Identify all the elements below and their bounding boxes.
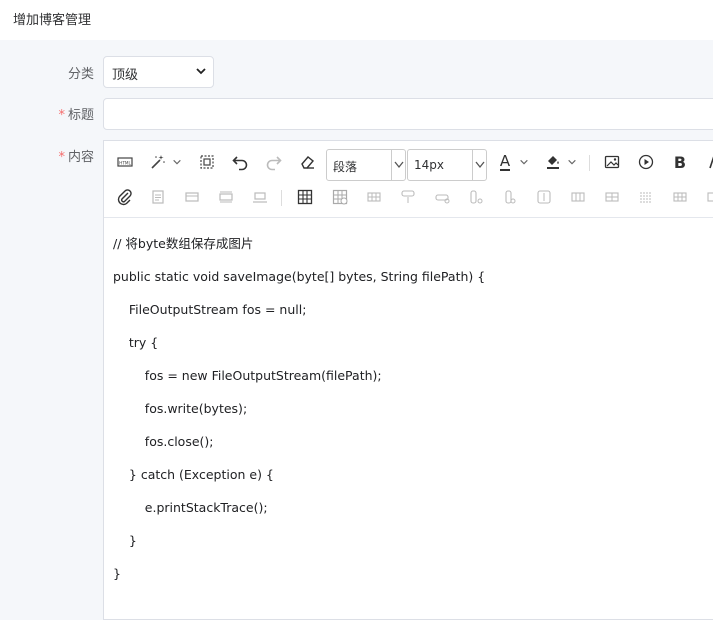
row-above-icon[interactable]	[397, 186, 419, 208]
required-mark: *	[58, 108, 65, 123]
chevron-down-icon	[391, 150, 405, 180]
code-line: fos = new FileOutputStream(filePath);	[113, 368, 382, 383]
split-cols-icon[interactable]	[703, 186, 713, 208]
code-line: e.printStackTrace();	[113, 500, 268, 515]
blog-form: 分类 顶级 * 标题 * 内容 HTML 段落 14px A B // 将byt…	[0, 40, 713, 620]
code-line: public static void saveImage(byte[] byte…	[113, 269, 486, 284]
content-label: * 内容	[58, 150, 94, 165]
magic-wand-icon[interactable]	[147, 151, 169, 173]
toolbar-divider	[281, 190, 282, 206]
insert-row-icon[interactable]	[363, 186, 385, 208]
block-icon[interactable]	[215, 186, 237, 208]
code-line: }	[113, 566, 121, 581]
split-rows-icon[interactable]	[669, 186, 691, 208]
code-line: FileOutputStream fos = null;	[113, 302, 307, 317]
html-source-icon[interactable]: HTML	[114, 151, 136, 173]
chevron-down-icon	[472, 150, 486, 180]
paragraph-select[interactable]: 段落	[326, 149, 406, 181]
bold-icon[interactable]: B	[669, 151, 691, 173]
code-line: } catch (Exception e) {	[113, 467, 274, 482]
horizontal-rule-icon[interactable]	[249, 186, 271, 208]
column-right-icon[interactable]	[499, 186, 521, 208]
font-color-icon[interactable]: A	[494, 151, 516, 173]
code-line: }	[113, 533, 137, 548]
file-icon[interactable]	[147, 186, 169, 208]
background-color-icon[interactable]	[542, 151, 564, 173]
attachment-icon[interactable]	[114, 186, 136, 208]
editor-content[interactable]: // 将byte数组保存成图片 public static void saveI…	[113, 227, 485, 590]
undo-icon[interactable]	[229, 151, 251, 173]
table-icon[interactable]	[294, 186, 316, 208]
category-label: 分类	[67, 67, 94, 82]
split-cell-icon[interactable]	[533, 186, 555, 208]
toolbar-row-2	[104, 180, 713, 212]
merge-right-icon[interactable]	[601, 186, 623, 208]
code-line: // 将byte数组保存成图片	[113, 236, 254, 251]
chevron-down-icon	[195, 65, 207, 77]
table-delete-icon[interactable]	[329, 186, 351, 208]
font-size-select[interactable]: 14px	[407, 149, 487, 181]
toolbar-divider	[589, 155, 590, 171]
editor-toolbar: HTML 段落 14px A B	[104, 141, 713, 218]
rich-text-editor[interactable]: HTML 段落 14px A B // 将byte数组保存成图片 public …	[103, 140, 713, 620]
chevron-down-icon[interactable]	[566, 151, 578, 173]
chevron-down-icon[interactable]	[171, 151, 183, 173]
redo-icon[interactable]	[263, 151, 285, 173]
merge-cells-icon[interactable]	[567, 186, 589, 208]
code-line: try {	[113, 335, 159, 350]
row-below-icon[interactable]	[431, 186, 453, 208]
title-label: * 标题	[58, 108, 94, 123]
column-left-icon[interactable]	[465, 186, 487, 208]
chevron-down-icon[interactable]	[518, 151, 530, 173]
italic-icon[interactable]	[702, 151, 713, 173]
insert-frame-icon[interactable]	[181, 186, 203, 208]
merge-down-icon[interactable]	[635, 186, 657, 208]
page-title: 增加博客管理	[13, 13, 92, 28]
image-icon[interactable]	[601, 151, 623, 173]
code-line: fos.write(bytes);	[113, 401, 248, 416]
category-select-value: 顶级	[112, 68, 139, 83]
video-icon[interactable]	[635, 151, 657, 173]
eraser-icon[interactable]	[297, 151, 319, 173]
toolbar-row-1: HTML 段落 14px A B	[104, 145, 713, 181]
page-header: 增加博客管理	[0, 0, 713, 40]
code-line: fos.close();	[113, 434, 214, 449]
svg-text:HTML: HTML	[119, 160, 131, 165]
category-select[interactable]: 顶级	[103, 56, 214, 88]
select-all-icon[interactable]	[196, 151, 218, 173]
required-mark: *	[58, 150, 65, 165]
title-input[interactable]	[103, 98, 713, 130]
